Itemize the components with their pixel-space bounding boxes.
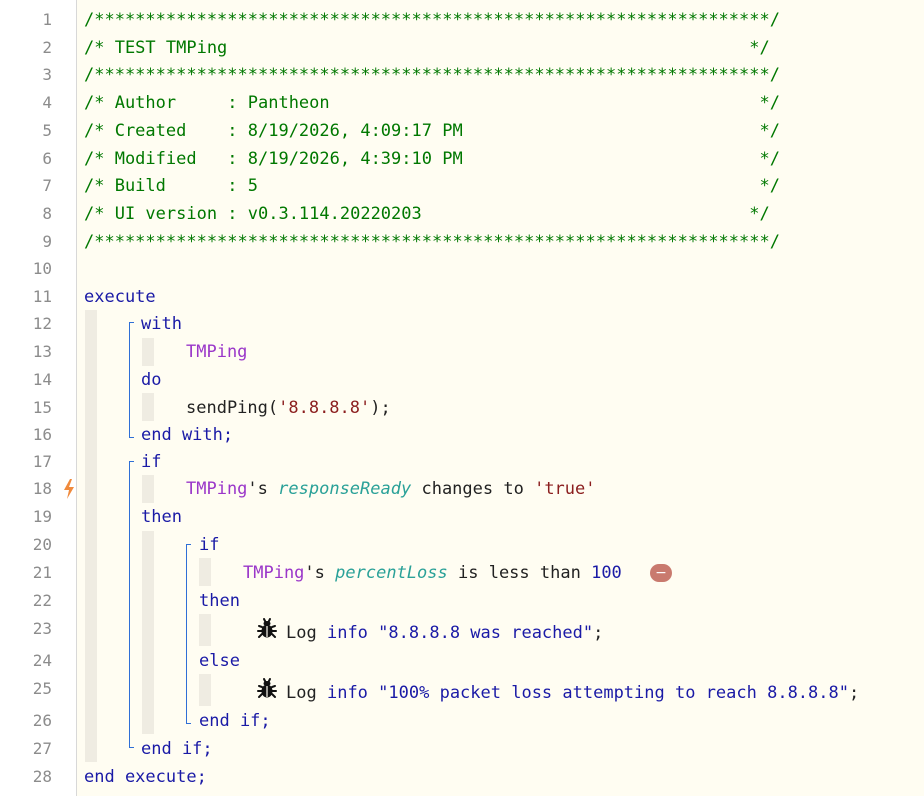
header-comment: /* Modified : 8/19/2026, 4:39:10 PM */ [84,149,780,169]
line-number: 15 [32,398,52,417]
header-comment: /* Build : 5 */ [84,176,780,196]
line-number: 8 [42,204,52,223]
header-comment: /***************************************… [84,65,780,85]
indent-guide [199,558,211,586]
possessive: 's [304,563,325,583]
line-number: 18 [32,479,52,498]
line-number: 28 [32,767,52,786]
indent-guide [142,393,154,421]
number-literal: 100 [591,563,622,583]
line-number: 9 [42,232,52,251]
log-level: info [326,623,368,643]
log-level: info [326,683,368,703]
line-number: 17 [32,452,52,471]
header-comment: /***************************************… [84,232,780,252]
log-message: "8.8.8.8 was reached" [378,623,594,643]
bug-icon [257,618,277,638]
indent-guide [85,310,97,762]
else-keyword[interactable]: else [199,650,240,672]
line-number: 2 [42,38,52,57]
line-number: 26 [32,711,52,730]
line-number: 4 [42,93,52,112]
log-message: "100% packet loss attempting to reach 8.… [378,683,849,703]
header-comment: /* UI version : v0.3.114.20220203 */ [84,204,770,224]
trigger-condition[interactable]: TMPing's responseReady changes to 'true' [186,478,596,500]
line-number-gutter: 1 2 3 4 5 6 7 8 9 10 11 12 13 14 15 16 1… [0,0,77,796]
end-if-keyword[interactable]: end if; [141,738,213,760]
semicolon: ; [848,683,860,703]
line-number: 1 [42,10,52,29]
with-keyword[interactable]: with [141,313,182,335]
code-editor[interactable]: 1 2 3 4 5 6 7 8 9 10 11 12 13 14 15 16 1… [0,0,924,796]
bug-icon [257,678,277,698]
send-ping-statement[interactable]: sendPing('8.8.8.8'); [186,397,391,419]
line-number: 27 [32,739,52,758]
operator-text: is less than [458,563,581,583]
indent-guide [199,674,211,706]
function-call: sendPing( [186,398,279,418]
log-statement[interactable]: Log info "8.8.8.8 was reached"; [286,622,603,644]
header-comment: /***************************************… [84,10,780,30]
line-number: 21 [32,563,52,582]
if-keyword[interactable]: if [141,451,161,473]
property-name: percentLoss [335,563,448,583]
line-number: 16 [32,425,52,444]
line-number: 5 [42,121,52,140]
then-keyword[interactable]: then [199,590,240,612]
line-number: 12 [32,314,52,333]
operator-text: changes to [421,479,524,499]
property-name: responseReady [278,479,412,499]
device-name: TMPing [243,563,305,583]
line-number: 25 [32,679,52,698]
line-number: 6 [42,149,52,168]
if-block-bracket [129,461,134,748]
line-number: 10 [32,259,52,278]
execute-keyword[interactable]: execute [84,286,156,308]
inner-if-block-bracket [186,544,191,724]
possessive: 's [247,479,268,499]
loss-condition[interactable]: TMPing's percentLoss is less than 100 [243,562,622,584]
header-comment: /* Created : 8/19/2026, 4:09:17 PM */ [84,121,780,141]
line-number: 23 [32,619,52,638]
then-keyword[interactable]: then [141,506,182,528]
device-name[interactable]: TMPing [186,341,247,363]
string-literal: '8.8.8.8' [278,398,371,418]
line-number: 7 [42,176,52,195]
indent-guide [142,531,154,734]
line-number: 11 [32,287,52,306]
lightning-icon[interactable] [62,478,76,500]
log-word: Log [286,623,317,643]
line-number: 20 [32,535,52,554]
end-execute-keyword[interactable]: end execute; [84,766,207,788]
if-keyword[interactable]: if [199,534,219,556]
indent-guide [142,338,154,366]
end-if-keyword[interactable]: end if; [199,710,271,732]
line-number: 24 [32,651,52,670]
line-number: 13 [32,342,52,361]
call-close: ); [370,398,391,418]
header-comment: /* TEST TMPing */ [84,38,770,58]
indent-guide [142,475,154,503]
header-comment: /* Author : Pantheon */ [84,93,780,113]
line-number: 14 [32,370,52,389]
log-word: Log [286,683,317,703]
minus-icon[interactable]: − [650,564,672,582]
line-number: 22 [32,591,52,610]
line-number: 19 [32,507,52,526]
end-with-keyword[interactable]: end with; [141,424,233,446]
semicolon: ; [593,623,604,643]
log-statement[interactable]: Log info "100% packet loss attempting to… [286,682,859,704]
do-keyword[interactable]: do [141,369,161,391]
line-number: 3 [42,65,52,84]
string-literal: 'true' [534,479,596,499]
with-block-bracket [129,322,134,438]
indent-guide [199,614,211,646]
device-name: TMPing [186,479,248,499]
